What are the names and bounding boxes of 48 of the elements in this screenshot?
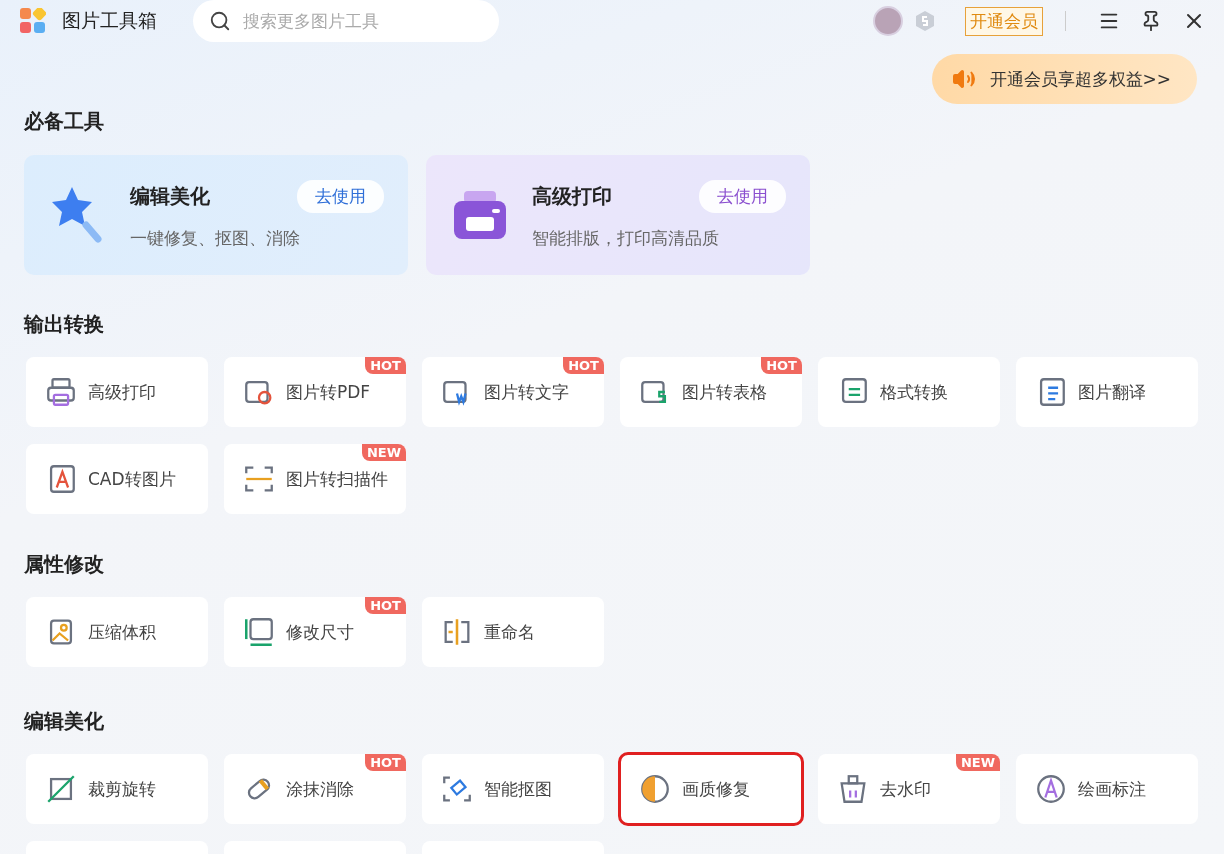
tool-tile[interactable]: HOT 修改尺寸 [224,597,406,667]
feature-card[interactable]: 高级打印 去使用 智能排版，打印高清品质 [426,155,810,275]
promo-button[interactable]: 开通会员享超多权益>> [931,54,1197,104]
tool-tile[interactable]: 裁剪旋转 [26,754,208,824]
search-field[interactable]: 搜索更多图片工具 [193,0,499,42]
tool-icon [44,375,78,409]
tile-badge: NEW [361,444,406,461]
tool-tile[interactable]: 高级打印 [26,357,208,427]
tool-tile[interactable]: 智能抠图 [422,754,604,824]
tool-tile[interactable]: 绘画标注 [1016,754,1198,824]
coin-icon[interactable] [913,9,937,33]
tile-badge: HOT [563,357,604,374]
tool-tile[interactable]: HOT 图片转PDF [224,357,406,427]
tool-tile[interactable]: 图片翻译 [1016,357,1198,427]
section-title: 属性修改 [23,551,105,578]
tool-icon [242,615,276,649]
use-button[interactable]: 去使用 [699,180,786,213]
tool-tile[interactable]: HOT 涂抹消除 [224,754,406,824]
tile-badge: HOT [365,754,406,771]
card-title: 高级打印 [532,183,612,210]
app-logo-icon [20,8,46,34]
tool-tile[interactable]: HOT 图片转文字 [422,357,604,427]
feature-card[interactable]: 编辑美化 去使用 一键修复、抠图、消除 [24,155,408,275]
tool-icon [1034,772,1068,806]
speaker-icon [951,67,976,91]
tile-badge: HOT [365,357,406,374]
tool-tile[interactable]: CAD转图片 [26,444,208,514]
tool-tile[interactable]: HOT 图片转表格 [620,357,802,427]
tool-tile[interactable]: 格式转换 [818,357,1000,427]
section-title: 必备工具 [23,108,105,135]
tool-tile[interactable]: NEW 图片转扫描件 [224,444,406,514]
tool-tile[interactable]: 画质修复 [620,754,802,824]
section-title: 输出转换 [22,311,105,338]
section-title: 编辑美化 [23,708,105,735]
avatar[interactable] [873,6,903,36]
card-subtitle: 智能排版，打印高清品质 [532,227,720,250]
tile-badge: NEW [955,754,1000,771]
tool-tile[interactable]: 重命名 [422,597,604,667]
tool-tile[interactable]: NEW 去水印 [818,754,1000,824]
tool-tile[interactable]: 压缩体积 [26,597,208,667]
card-subtitle: 一键修复、抠图、消除 [130,227,301,250]
tile-badge: HOT [761,357,802,374]
search-icon [209,10,231,32]
app-title: 图片工具箱 [62,8,157,33]
card-title: 编辑美化 [130,183,210,210]
tile-badge: HOT [365,597,406,614]
use-button[interactable]: 去使用 [297,180,384,213]
tool-icon [638,772,672,806]
